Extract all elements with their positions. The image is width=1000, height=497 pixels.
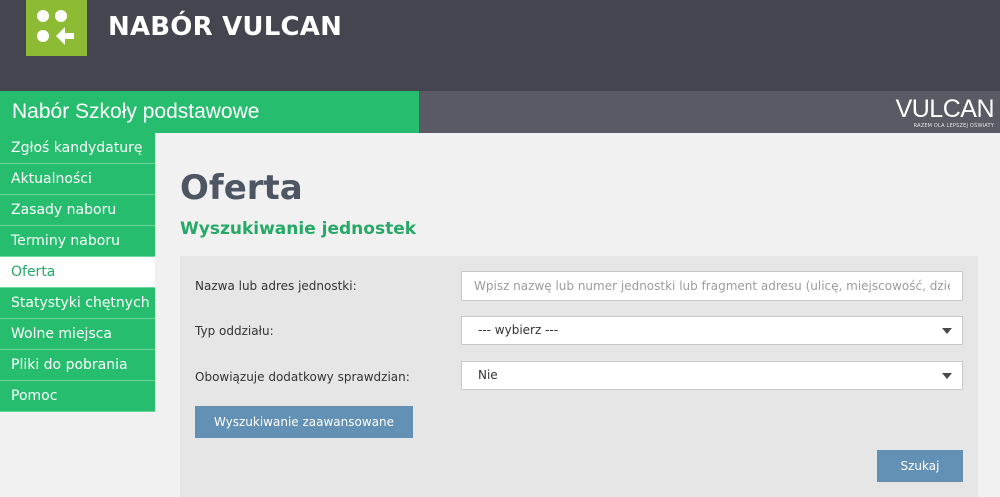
page-title: Oferta — [180, 168, 303, 208]
type-select-value: --- wybierz --- — [478, 323, 559, 337]
name-field-label: Nazwa lub adres jednostki: — [195, 279, 357, 293]
search-form: Nazwa lub adres jednostki: Typ oddziału:… — [180, 256, 978, 497]
chevron-down-icon — [942, 328, 952, 334]
brand-bar: VULCAN RAZEM DLA LEPSZEJ OŚWIATY — [419, 91, 1000, 133]
sidebar-item-terminy-naboru[interactable]: Terminy naboru — [0, 226, 155, 257]
sidebar-item-pliki-do-pobrania[interactable]: Pliki do pobrania — [0, 350, 155, 381]
sidebar-item-wolne-miejsca[interactable]: Wolne miejsca — [0, 319, 155, 350]
search-button[interactable]: Szukaj — [877, 450, 963, 482]
section-header-title: Nabór Szkoły podstawowe — [12, 100, 260, 123]
sidebar-item-zglos-kandydature[interactable]: Zgłoś kandydaturę — [0, 133, 155, 164]
exam-select[interactable]: Nie — [461, 361, 963, 390]
exam-select-value: Nie — [478, 368, 498, 382]
app-title: NABÓR VULCAN — [108, 12, 343, 42]
sidebar-item-pomoc[interactable]: Pomoc — [0, 381, 155, 412]
vulcan-logo[interactable]: VULCAN RAZEM DLA LEPSZEJ OŚWIATY — [895, 95, 995, 130]
top-bar: NABÓR VULCAN — [0, 0, 1000, 91]
dots-arrow-logo-icon — [37, 10, 74, 45]
app-logo[interactable] — [26, 0, 87, 56]
type-select[interactable]: --- wybierz --- — [461, 316, 963, 345]
section-title: Wyszukiwanie jednostek — [180, 219, 417, 239]
name-search-input[interactable] — [461, 271, 963, 301]
sidebar-nav: Zgłoś kandydaturę Aktualności Zasady nab… — [0, 133, 155, 412]
vulcan-logo-text: VULCAN — [895, 95, 995, 123]
section-header: Nabór Szkoły podstawowe — [0, 91, 419, 133]
vulcan-logo-tagline: RAZEM DLA LEPSZEJ OŚWIATY — [913, 123, 994, 129]
sidebar-item-statystyki-chetnych[interactable]: Statystyki chętnych — [0, 288, 155, 319]
sidebar-item-aktualnosci[interactable]: Aktualności — [0, 164, 155, 195]
sidebar-item-oferta[interactable]: Oferta — [0, 257, 155, 288]
type-field-label: Typ oddziału: — [195, 324, 274, 338]
sidebar-item-zasady-naboru[interactable]: Zasady naboru — [0, 195, 155, 226]
advanced-search-button[interactable]: Wyszukiwanie zaawansowane — [195, 406, 413, 438]
exam-field-label: Obowiązuje dodatkowy sprawdzian: — [195, 370, 410, 384]
chevron-down-icon — [942, 373, 952, 379]
